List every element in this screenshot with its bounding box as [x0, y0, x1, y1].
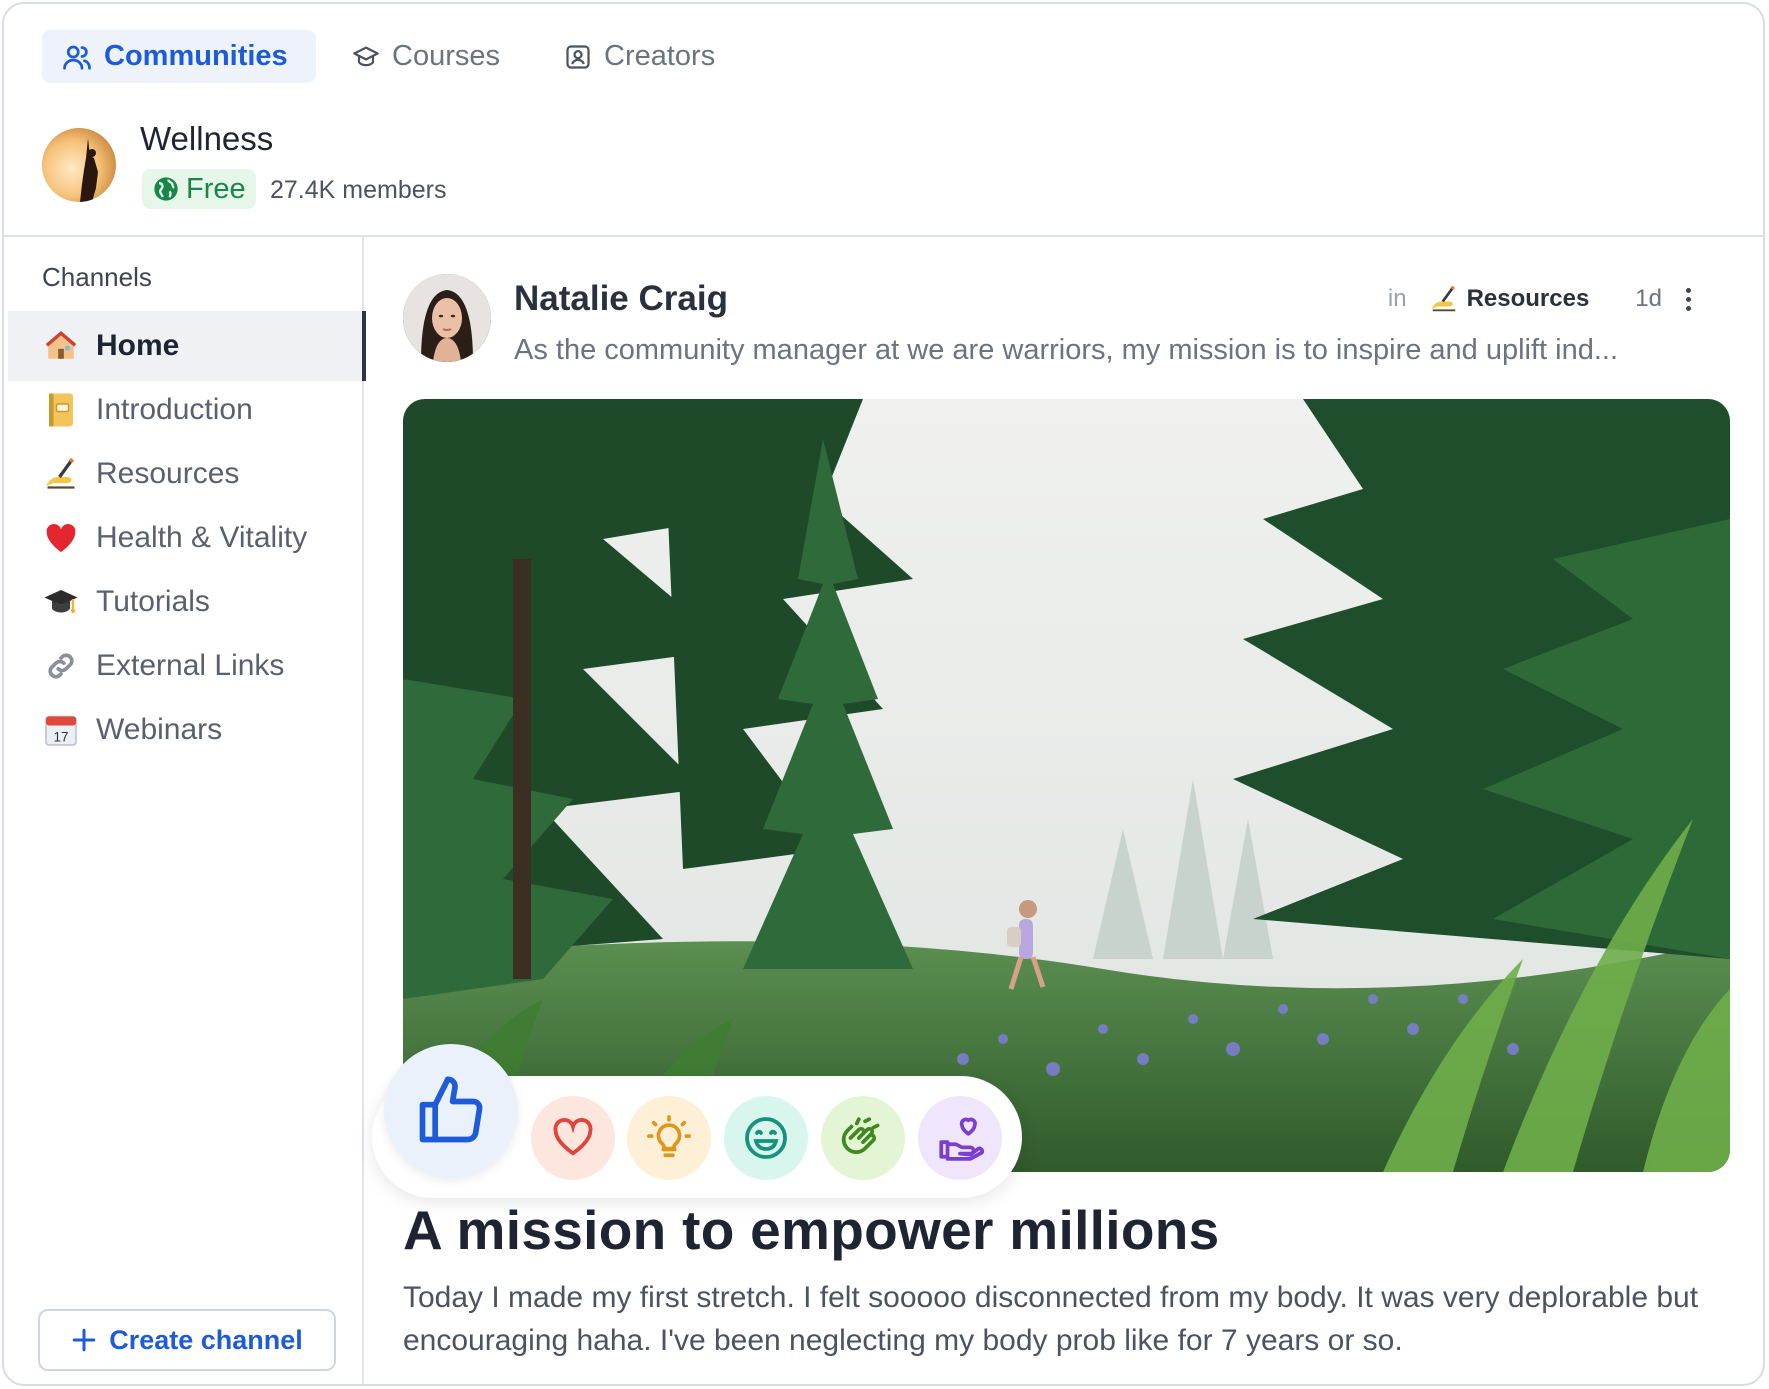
heart-icon [42, 519, 80, 557]
love-reaction-button[interactable] [531, 1096, 615, 1180]
tab-label: Courses [392, 40, 500, 72]
writing-hand-icon [1431, 285, 1455, 312]
post-image[interactable] [403, 399, 1730, 1172]
clap-reaction-button[interactable] [821, 1096, 905, 1180]
app-window: Communities Courses Creators Wellness Fr… [2, 2, 1765, 1386]
sidebar-item-health-vitality[interactable]: Health & Vitality [8, 503, 364, 573]
in-label: in [1387, 285, 1407, 312]
like-reaction-button[interactable] [384, 1044, 518, 1178]
member-count: 27.4K members [270, 176, 447, 204]
post-age: 1d [1635, 285, 1662, 312]
post-title: A mission to empower millions [403, 1199, 1220, 1261]
calendar-icon: 17 [42, 711, 80, 749]
tab-creators[interactable]: Creators [544, 30, 735, 83]
graduation-cap-emoji-icon [42, 583, 80, 621]
notebook-icon [42, 391, 80, 429]
sidebar-item-resources[interactable]: Resources [8, 439, 364, 509]
post-excerpt: As the community manager at we are warri… [514, 334, 1619, 366]
post-channel-link[interactable]: Resources [1429, 284, 1589, 314]
sidebar-item-label: Tutorials [96, 585, 210, 618]
heart-outline-icon [553, 1118, 593, 1156]
post-body: Today I made my first stretch. I felt so… [403, 1281, 1699, 1357]
author-name[interactable]: Natalie Craig [514, 279, 728, 319]
community-name: Wellness [140, 120, 274, 157]
sidebar-item-label: Home [96, 329, 180, 362]
more-options-icon[interactable] [1686, 287, 1691, 311]
users-icon [63, 45, 91, 70]
lightbulb-icon [647, 1115, 691, 1158]
channel-sidebar: Channels Home Introduction Resources Hea… [4, 237, 366, 1384]
tab-communities[interactable]: Communities [42, 30, 316, 83]
plus-icon [72, 1328, 96, 1352]
community-header: Wellness Free 27.4K members [4, 114, 1763, 234]
sidebar-item-label: External Links [96, 649, 285, 682]
smile-icon [745, 1117, 787, 1159]
hand-heart-icon [939, 1117, 985, 1161]
sidebar-item-label: Resources [96, 457, 240, 490]
sidebar-item-home[interactable]: Home [8, 311, 366, 381]
sidebar-item-label: Introduction [96, 393, 253, 426]
clapping-hands-icon [841, 1117, 880, 1154]
globe-icon [154, 177, 178, 201]
sidebar-item-webinars[interactable]: 17 Webinars [8, 695, 364, 765]
sidebar-item-external-links[interactable]: External Links [8, 631, 364, 701]
sidebar-item-label: Webinars [96, 713, 223, 746]
link-icon [42, 647, 80, 685]
tab-courses[interactable]: Courses [332, 30, 520, 83]
svg-text:17: 17 [53, 729, 68, 744]
post-meta: in Resources 1d [1388, 284, 1691, 314]
id-badge-icon [566, 44, 590, 69]
tab-label: Creators [604, 40, 716, 72]
sidebar-item-introduction[interactable]: Introduction [8, 375, 364, 445]
create-channel-button[interactable]: Create channel [38, 1309, 336, 1371]
graduation-cap-icon [353, 46, 379, 66]
tab-label: Communities [104, 40, 288, 72]
top-nav: Communities Courses Creators [4, 4, 1763, 99]
thumbs-up-icon [419, 1076, 483, 1143]
idea-reaction-button[interactable] [627, 1096, 711, 1180]
free-badge: Free [142, 169, 256, 209]
channels-heading: Channels [42, 262, 152, 292]
house-icon [42, 327, 80, 365]
community-avatar [42, 128, 116, 202]
smile-reaction-button[interactable] [724, 1096, 808, 1180]
writing-hand-icon [42, 455, 80, 493]
sidebar-item-tutorials[interactable]: Tutorials [8, 567, 364, 637]
author-avatar[interactable] [403, 274, 491, 362]
sidebar-item-label: Health & Vitality [96, 521, 308, 554]
care-reaction-button[interactable] [918, 1096, 1002, 1180]
